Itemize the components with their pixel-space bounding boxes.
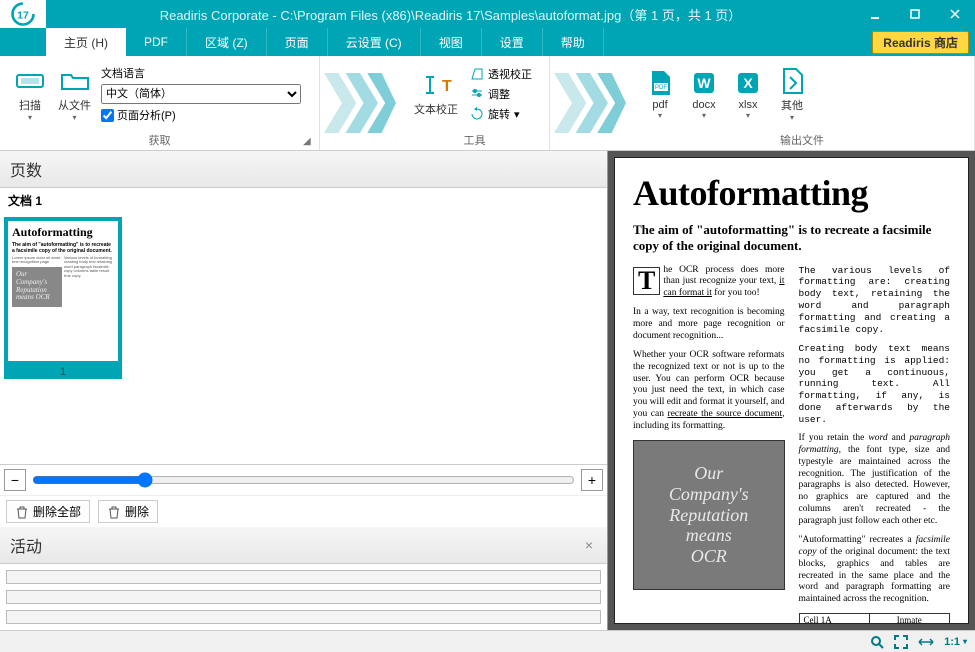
preview-embedded-image: Our Company's Reputation means OCR [633,440,785,590]
activity-close-icon[interactable]: × [581,537,597,553]
status-fit-icon[interactable] [894,635,908,649]
preview-title: Autoformatting [633,172,950,214]
maximize-button[interactable] [895,0,935,28]
arrow-divider [320,56,400,150]
text-correction-button[interactable]: T 文本校正 [408,67,464,121]
svg-text:X: X [743,75,753,91]
preview-table: Cell 1AInmate Cell 2AWarden Cell 3A$100,… [799,613,951,624]
page-analysis-checkbox[interactable]: 页面分析(P) [101,107,301,123]
rotate-button[interactable]: 旋转 ▾ [466,105,536,123]
ribbon: 扫描▾ 从文件▾ 文档语言 中文（简体） 页面分析(P) 获取 ◢ T 文本校正… [0,56,975,151]
tab-home[interactable]: 主页 (H) [46,28,126,56]
tab-pdf[interactable]: PDF [126,28,187,56]
folder-icon [59,67,91,95]
text-correct-label: 文本校正 [414,101,458,117]
activity-body [0,564,607,630]
svg-text:PDF: PDF [655,85,667,91]
progress-bar [6,570,601,584]
group-acquire-label: 获取 [0,132,319,150]
preview-col-left: The OCR process does more than just reco… [633,265,785,625]
pages-panel-header: 页数 [0,151,607,188]
tab-view[interactable]: 视图 [421,28,482,56]
text-cursor-icon: T [420,71,452,99]
delete-all-button[interactable]: 删除全部 [6,500,90,523]
scan-label: 扫描 [19,97,41,113]
output-pdf-button[interactable]: PDFpdf▾ [638,65,682,124]
status-bar: 1:1▾ [0,630,975,652]
scanner-icon [14,67,46,95]
tab-help[interactable]: 帮助 [543,28,604,56]
tab-page[interactable]: 页面 [267,28,328,56]
tab-zones[interactable]: 区域 (Z) [187,28,267,56]
perspective-button[interactable]: 透视校正 [466,65,536,83]
tab-settings[interactable]: 设置 [482,28,543,56]
rotate-icon [470,107,484,121]
svg-text:W: W [697,75,711,91]
scan-button[interactable]: 扫描▾ [8,63,52,126]
shop-button[interactable]: Readiris 商店 [872,31,969,54]
minimize-button[interactable] [855,0,895,28]
delete-button[interactable]: 删除 [98,500,158,523]
arrow-divider-2 [550,56,630,150]
svg-text:17: 17 [17,9,29,21]
word-icon: W [688,69,720,97]
thumb-page-number: 1 [4,365,122,379]
zoom-slider[interactable] [32,472,575,488]
other-icon [776,67,808,95]
adjust-icon [470,87,484,101]
progress-bar [6,610,601,624]
app-logo: 17 [0,0,46,28]
from-file-button[interactable]: 从文件▾ [52,63,97,126]
output-xlsx-button[interactable]: Xxlsx▾ [726,65,770,124]
zoom-out-button[interactable]: − [4,469,26,491]
svg-text:T: T [442,78,452,95]
thumbnails-area[interactable]: Autoformatting The aim of "autoformattin… [0,213,607,464]
excel-icon: X [732,69,764,97]
status-width-icon[interactable] [918,637,934,647]
progress-bar [6,590,601,604]
title-bar: 17 Readiris Corporate - C:\Program Files… [0,0,975,28]
preview-subtitle: The aim of "autoformatting" is to recrea… [633,222,950,255]
activity-panel-header: 活动 × [0,527,607,564]
page-thumbnail[interactable]: Autoformatting The aim of "autoformattin… [4,217,122,365]
output-other-button[interactable]: 其他▾ [770,63,814,126]
trash-icon [107,505,121,519]
menu-bar: 主页 (H) PDF 区域 (Z) 页面 云设置 (C) 视图 设置 帮助 Re… [0,28,975,56]
document-label: 文档 1 [0,188,607,213]
output-docx-button[interactable]: Wdocx▾ [682,65,726,124]
preview-pane[interactable]: Autoformatting The aim of "autoformattin… [608,151,975,630]
status-zoom-ratio[interactable]: 1:1▾ [944,636,967,648]
adjust-button[interactable]: 调整 [466,85,536,103]
acquire-launcher-icon[interactable]: ◢ [303,136,315,148]
window-title: Readiris Corporate - C:\Program Files (x… [46,5,855,24]
status-search-icon[interactable] [870,635,884,649]
trash-icon [15,505,29,519]
preview-col-right: The various levels of formatting are: cr… [799,265,951,625]
from-file-label: 从文件 [58,97,91,113]
preview-page: Autoformatting The aim of "autoformattin… [614,157,969,624]
perspective-icon [470,67,484,81]
language-select[interactable]: 中文（简体） [101,84,301,104]
lang-label: 文档语言 [101,65,301,81]
group-output-label: 输出文件 [630,132,974,150]
pdf-icon: PDF [644,69,676,97]
tab-cloud[interactable]: 云设置 (C) [328,28,421,56]
group-tools-label: 工具 [400,132,549,150]
close-button[interactable] [935,0,975,28]
zoom-in-button[interactable]: + [581,469,603,491]
